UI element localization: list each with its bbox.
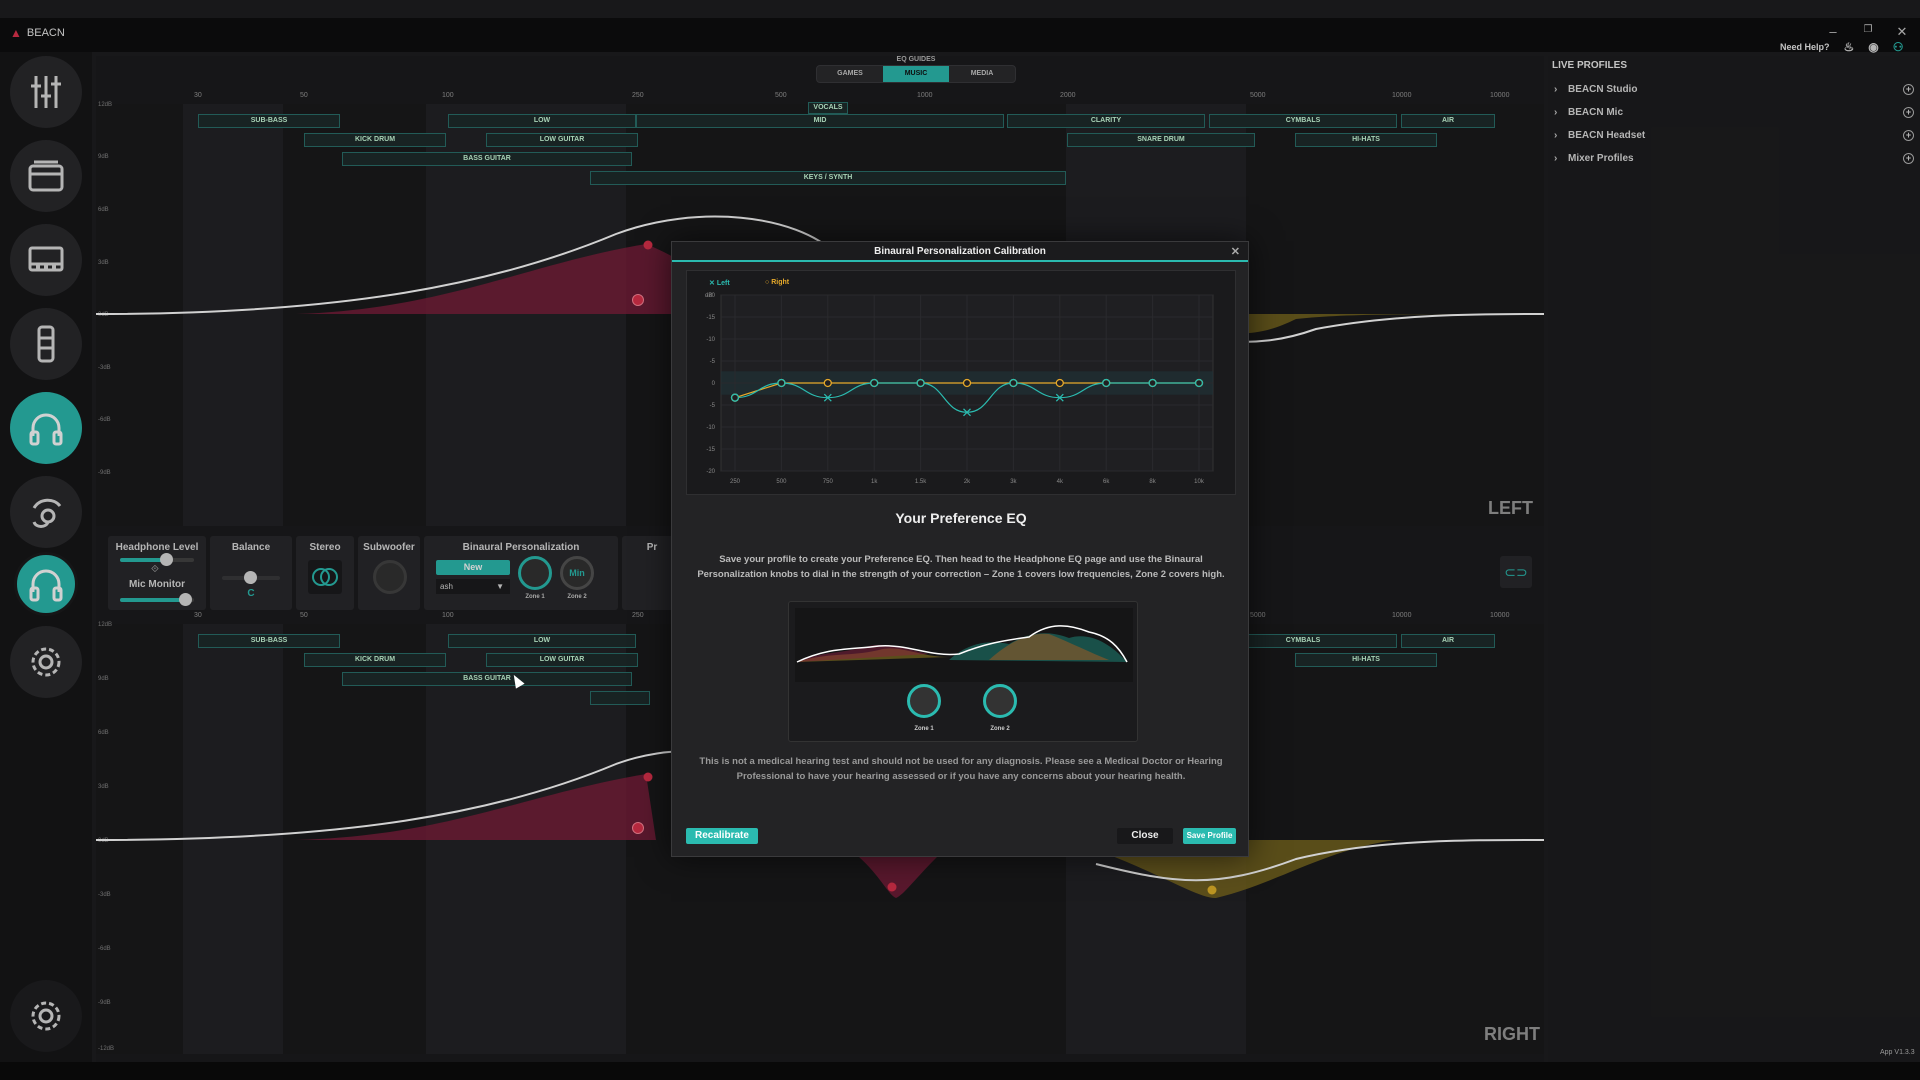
preference-curve [795, 608, 1133, 682]
right-point [1055, 378, 1064, 388]
y-tick-label: -20 [706, 293, 715, 299]
dialog-title: Binaural Personalization Calibration [874, 246, 1046, 257]
x-tick-label: 500 [776, 479, 787, 485]
preference-eq-preview: Zone 1 Zone 2 [788, 601, 1138, 742]
close-button[interactable]: Close [1117, 828, 1173, 844]
recalibrate-button[interactable]: Recalibrate [686, 828, 758, 844]
x-tick-label: 3k [1010, 479, 1017, 485]
preview-zone2-label: Zone 2 [990, 726, 1010, 732]
right-point [962, 378, 972, 388]
y-tick-label: -10 [706, 337, 715, 343]
x-tick-label: 1k [871, 479, 878, 485]
y-tick-label: -20 [706, 469, 715, 475]
preview-zone1-knob[interactable] [907, 684, 941, 718]
legend-left: ✕ Left [709, 279, 730, 287]
y-tick-label: -10 [706, 425, 715, 431]
preview-zone1-label: Zone 1 [914, 726, 934, 732]
legend-right-label: Right [771, 279, 790, 286]
x-tick-label: 6k [1103, 479, 1110, 485]
dialog-header: Binaural Personalization Calibration ✕ [672, 242, 1248, 262]
y-tick-label: -15 [706, 447, 715, 453]
calibration-chart: ✕ Left ○ Right dB -20 -15 -10 -5 0 -5 -10 -15 -20… [686, 270, 1236, 495]
y-tick-label: -15 [706, 315, 715, 321]
x-tick-label: 10k [1194, 479, 1205, 485]
preference-eq-description: Save your profile to create your Prefere… [697, 554, 1225, 580]
x-tick-label: 750 [823, 479, 834, 485]
x-tick-label: 4k [1057, 479, 1064, 485]
legend-right: ○ Right [765, 279, 789, 286]
calibration-dialog: Binaural Personalization Calibration ✕ ✕… [671, 241, 1249, 857]
close-icon[interactable]: ✕ [1231, 242, 1240, 262]
x-tick-label: 250 [730, 479, 741, 485]
preview-zone2-knob[interactable] [983, 684, 1017, 718]
preference-eq-title: Your Preference EQ [895, 510, 1027, 526]
right-point [823, 378, 832, 388]
circle-mark-icon: ○ [765, 279, 770, 286]
y-tick-label: -5 [710, 359, 716, 365]
app-window: ▲ BEACN – ❐ ✕ Need Help? ♨ ◉ ⚇ EQ GUIDES… [0, 0, 1920, 1080]
x-tick-label: 8k [1149, 479, 1156, 485]
calibration-plot: dB-20-15-10-50-5-10-15-20250 500 750 1k 1.5k… [705, 293, 1214, 485]
save-profile-button[interactable]: Save Profile [1183, 828, 1236, 844]
x-tick-label: 2k [964, 479, 971, 485]
y-tick-label: -5 [710, 403, 716, 409]
y-tick-label: 0 [712, 381, 716, 387]
medical-disclaimer: This is not a medical hearing test and s… [699, 756, 1223, 782]
x-mark-icon: ✕ [709, 280, 715, 287]
x-tick-label: 1.5k [915, 479, 927, 485]
legend-left-label: Left [716, 280, 730, 287]
